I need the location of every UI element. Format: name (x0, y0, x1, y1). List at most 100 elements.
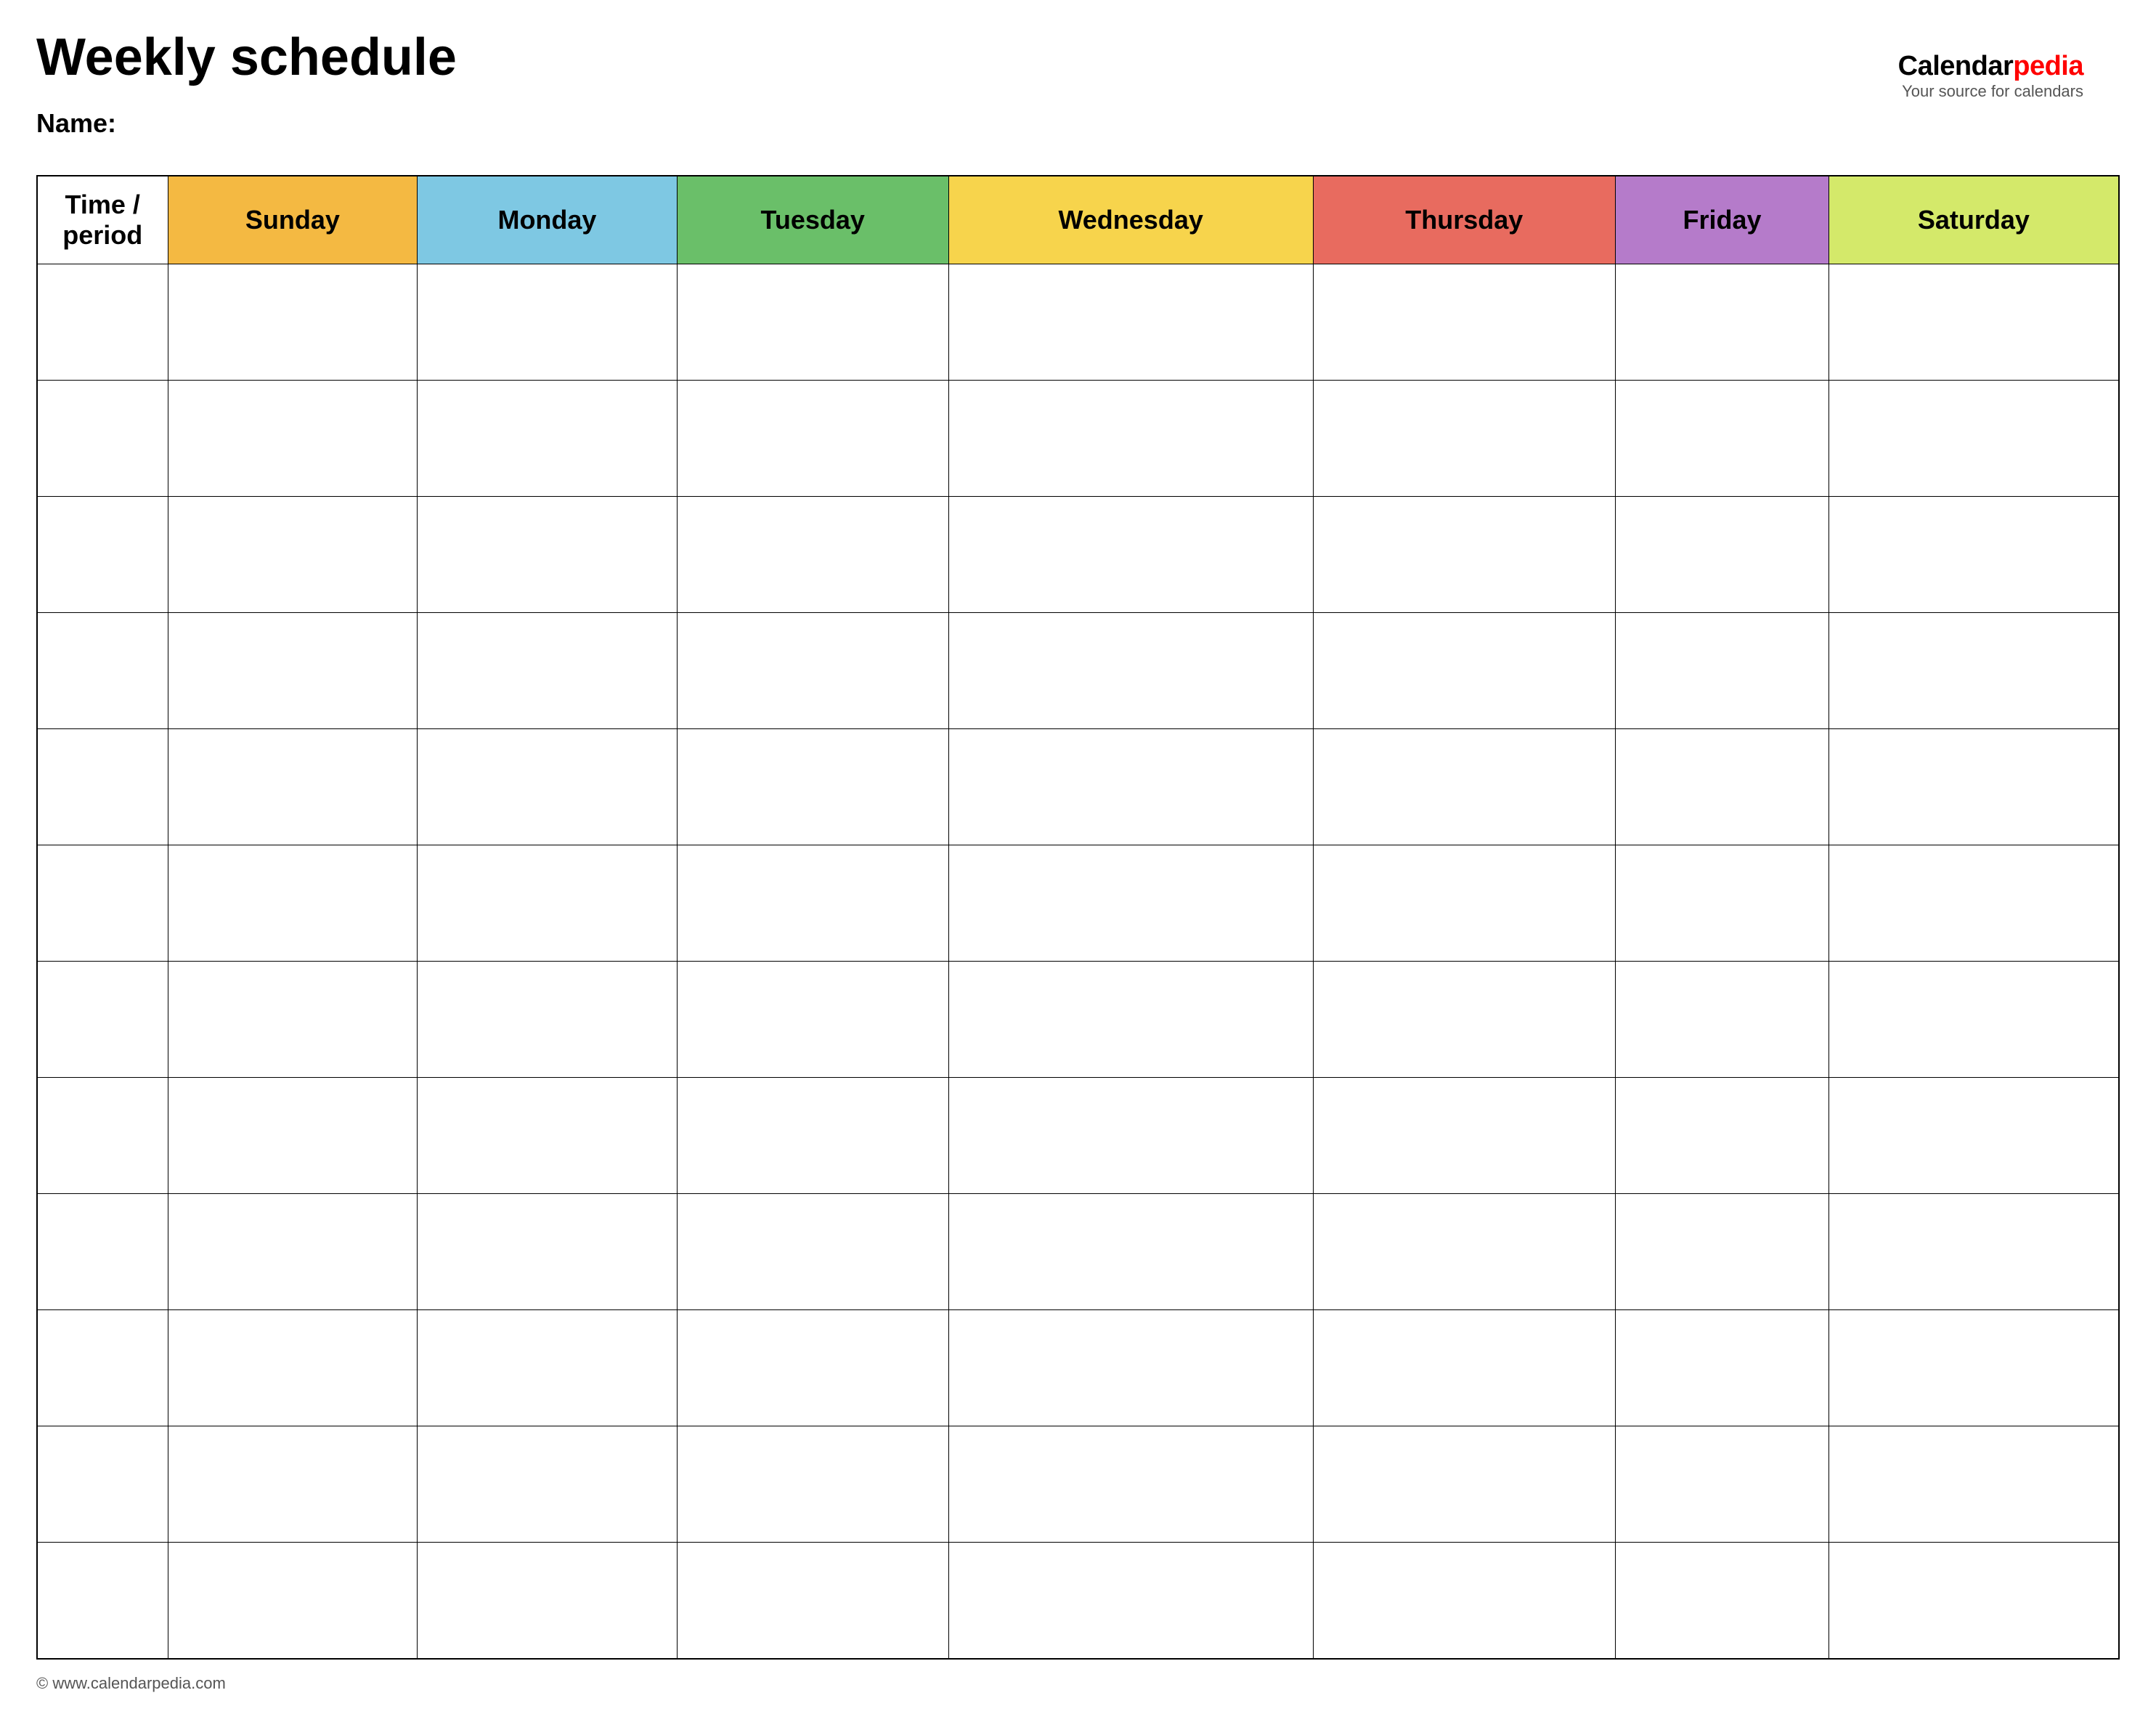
day-cell-row-0-col-2[interactable] (418, 264, 677, 381)
day-cell-row-2-col-4[interactable] (948, 497, 1313, 613)
day-cell-row-10-col-7[interactable] (1828, 1426, 2119, 1543)
day-cell-row-11-col-6[interactable] (1616, 1543, 1829, 1659)
day-cell-row-10-col-3[interactable] (677, 1426, 948, 1543)
day-cell-row-6-col-7[interactable] (1828, 962, 2119, 1078)
day-cell-row-5-col-4[interactable] (948, 845, 1313, 962)
day-cell-row-9-col-5[interactable] (1313, 1310, 1616, 1426)
day-cell-row-8-col-1[interactable] (168, 1194, 418, 1310)
day-cell-row-10-col-2[interactable] (418, 1426, 677, 1543)
day-cell-row-3-col-2[interactable] (418, 613, 677, 729)
day-cell-row-11-col-3[interactable] (677, 1543, 948, 1659)
day-cell-row-11-col-2[interactable] (418, 1543, 677, 1659)
day-cell-row-4-col-2[interactable] (418, 729, 677, 845)
time-cell-row-4[interactable] (37, 729, 168, 845)
time-cell-row-5[interactable] (37, 845, 168, 962)
day-cell-row-7-col-5[interactable] (1313, 1078, 1616, 1194)
day-cell-row-1-col-5[interactable] (1313, 381, 1616, 497)
time-cell-row-0[interactable] (37, 264, 168, 381)
day-cell-row-2-col-3[interactable] (677, 497, 948, 613)
day-cell-row-4-col-4[interactable] (948, 729, 1313, 845)
day-cell-row-5-col-7[interactable] (1828, 845, 2119, 962)
day-cell-row-4-col-6[interactable] (1616, 729, 1829, 845)
day-cell-row-1-col-6[interactable] (1616, 381, 1829, 497)
day-cell-row-1-col-1[interactable] (168, 381, 418, 497)
day-cell-row-2-col-5[interactable] (1313, 497, 1616, 613)
day-cell-row-11-col-7[interactable] (1828, 1543, 2119, 1659)
day-cell-row-0-col-4[interactable] (948, 264, 1313, 381)
day-cell-row-4-col-3[interactable] (677, 729, 948, 845)
day-cell-row-0-col-7[interactable] (1828, 264, 2119, 381)
day-cell-row-7-col-1[interactable] (168, 1078, 418, 1194)
day-cell-row-1-col-3[interactable] (677, 381, 948, 497)
day-cell-row-10-col-5[interactable] (1313, 1426, 1616, 1543)
day-cell-row-8-col-5[interactable] (1313, 1194, 1616, 1310)
day-cell-row-9-col-1[interactable] (168, 1310, 418, 1426)
day-cell-row-11-col-5[interactable] (1313, 1543, 1616, 1659)
day-cell-row-0-col-6[interactable] (1616, 264, 1829, 381)
day-cell-row-7-col-7[interactable] (1828, 1078, 2119, 1194)
day-cell-row-5-col-1[interactable] (168, 845, 418, 962)
day-cell-row-6-col-4[interactable] (948, 962, 1313, 1078)
day-cell-row-10-col-6[interactable] (1616, 1426, 1829, 1543)
day-cell-row-5-col-2[interactable] (418, 845, 677, 962)
day-cell-row-6-col-5[interactable] (1313, 962, 1616, 1078)
day-cell-row-8-col-7[interactable] (1828, 1194, 2119, 1310)
day-cell-row-2-col-6[interactable] (1616, 497, 1829, 613)
day-cell-row-7-col-4[interactable] (948, 1078, 1313, 1194)
day-cell-row-9-col-3[interactable] (677, 1310, 948, 1426)
day-cell-row-3-col-6[interactable] (1616, 613, 1829, 729)
day-cell-row-6-col-6[interactable] (1616, 962, 1829, 1078)
day-cell-row-4-col-1[interactable] (168, 729, 418, 845)
day-cell-row-2-col-2[interactable] (418, 497, 677, 613)
day-cell-row-7-col-3[interactable] (677, 1078, 948, 1194)
header-wednesday: Wednesday (948, 176, 1313, 264)
time-cell-row-8[interactable] (37, 1194, 168, 1310)
brand-tagline: Your source for calendars (1898, 82, 2083, 101)
time-cell-row-9[interactable] (37, 1310, 168, 1426)
day-cell-row-8-col-6[interactable] (1616, 1194, 1829, 1310)
day-cell-row-9-col-4[interactable] (948, 1310, 1313, 1426)
day-cell-row-10-col-1[interactable] (168, 1426, 418, 1543)
day-cell-row-4-col-7[interactable] (1828, 729, 2119, 845)
time-cell-row-7[interactable] (37, 1078, 168, 1194)
day-cell-row-8-col-2[interactable] (418, 1194, 677, 1310)
day-cell-row-5-col-3[interactable] (677, 845, 948, 962)
day-cell-row-10-col-4[interactable] (948, 1426, 1313, 1543)
day-cell-row-0-col-1[interactable] (168, 264, 418, 381)
day-cell-row-0-col-3[interactable] (677, 264, 948, 381)
day-cell-row-11-col-1[interactable] (168, 1543, 418, 1659)
time-cell-row-2[interactable] (37, 497, 168, 613)
time-cell-row-1[interactable] (37, 381, 168, 497)
time-cell-row-10[interactable] (37, 1426, 168, 1543)
day-cell-row-9-col-6[interactable] (1616, 1310, 1829, 1426)
time-cell-row-3[interactable] (37, 613, 168, 729)
time-cell-row-6[interactable] (37, 962, 168, 1078)
day-cell-row-2-col-1[interactable] (168, 497, 418, 613)
day-cell-row-9-col-7[interactable] (1828, 1310, 2119, 1426)
day-cell-row-1-col-4[interactable] (948, 381, 1313, 497)
day-cell-row-3-col-5[interactable] (1313, 613, 1616, 729)
day-cell-row-0-col-5[interactable] (1313, 264, 1616, 381)
day-cell-row-3-col-7[interactable] (1828, 613, 2119, 729)
day-cell-row-1-col-7[interactable] (1828, 381, 2119, 497)
day-cell-row-6-col-2[interactable] (418, 962, 677, 1078)
day-cell-row-7-col-2[interactable] (418, 1078, 677, 1194)
day-cell-row-3-col-1[interactable] (168, 613, 418, 729)
day-cell-row-7-col-6[interactable] (1616, 1078, 1829, 1194)
day-cell-row-11-col-4[interactable] (948, 1543, 1313, 1659)
time-cell-row-11[interactable] (37, 1543, 168, 1659)
day-cell-row-8-col-3[interactable] (677, 1194, 948, 1310)
day-cell-row-8-col-4[interactable] (948, 1194, 1313, 1310)
day-cell-row-6-col-1[interactable] (168, 962, 418, 1078)
header-thursday: Thursday (1313, 176, 1616, 264)
day-cell-row-1-col-2[interactable] (418, 381, 677, 497)
day-cell-row-5-col-6[interactable] (1616, 845, 1829, 962)
day-cell-row-4-col-5[interactable] (1313, 729, 1616, 845)
day-cell-row-3-col-3[interactable] (677, 613, 948, 729)
day-cell-row-5-col-5[interactable] (1313, 845, 1616, 962)
day-cell-row-2-col-7[interactable] (1828, 497, 2119, 613)
day-cell-row-3-col-4[interactable] (948, 613, 1313, 729)
name-label: Name: (36, 108, 2120, 139)
day-cell-row-9-col-2[interactable] (418, 1310, 677, 1426)
day-cell-row-6-col-3[interactable] (677, 962, 948, 1078)
